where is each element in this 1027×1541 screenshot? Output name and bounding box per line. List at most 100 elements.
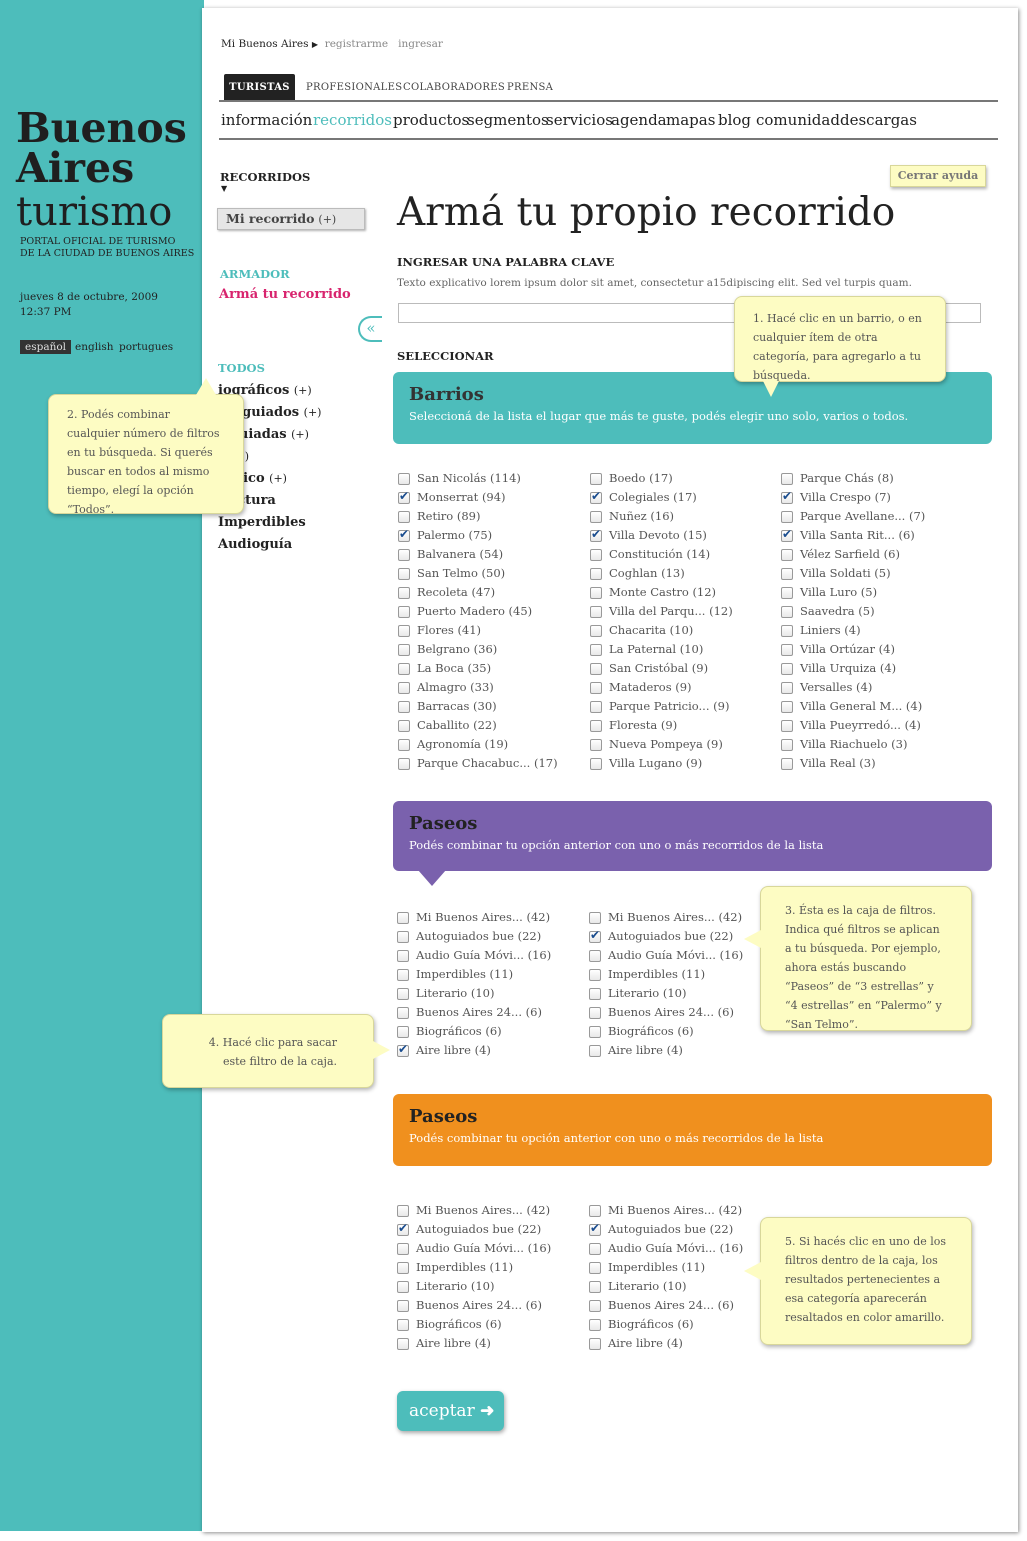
checkbox[interactable]: [590, 663, 602, 675]
checkbox[interactable]: [590, 527, 602, 542]
checkbox-label[interactable]: Villa Lugano (9): [609, 756, 702, 770]
checkbox-label[interactable]: Aire libre (4): [416, 1336, 491, 1350]
lang-english[interactable]: english: [70, 340, 119, 354]
checkbox-label[interactable]: Autoguiados bue (22): [608, 929, 733, 943]
checkbox[interactable]: [781, 473, 793, 485]
checkbox-label[interactable]: Villa Soldati (5): [800, 566, 891, 580]
checkbox-label[interactable]: Liniers (4): [800, 623, 861, 637]
lang-portugues[interactable]: portugues: [114, 340, 178, 354]
checkbox[interactable]: [781, 568, 793, 580]
checkbox[interactable]: [398, 587, 410, 599]
checkbox[interactable]: [589, 1300, 601, 1312]
checkbox[interactable]: [589, 912, 601, 924]
checkbox-label[interactable]: Mataderos (9): [609, 680, 692, 694]
checkbox[interactable]: [590, 644, 602, 656]
checkbox-label[interactable]: Buenos Aires 24... (6): [416, 1005, 542, 1019]
checkbox[interactable]: [398, 663, 410, 675]
checkbox[interactable]: [397, 1300, 409, 1312]
checkbox-label[interactable]: Buenos Aires 24... (6): [608, 1005, 734, 1019]
checkbox-label[interactable]: San Telmo (50): [417, 566, 505, 580]
checkbox[interactable]: [781, 701, 793, 713]
checkbox[interactable]: [781, 739, 793, 751]
checkbox[interactable]: [398, 644, 410, 656]
checkbox-label[interactable]: Villa Urquiza (4): [800, 661, 896, 675]
checkbox[interactable]: [590, 511, 602, 523]
checkbox-label[interactable]: Parque Chacabuc... (17): [417, 756, 558, 770]
checkbox-label[interactable]: Audio Guía Móvi... (16): [416, 1241, 551, 1255]
checkbox[interactable]: [590, 549, 602, 561]
checkbox-label[interactable]: San Cristóbal (9): [609, 661, 708, 675]
checkbox-label[interactable]: Audio Guía Móvi... (16): [608, 948, 743, 962]
checkbox[interactable]: [397, 1007, 409, 1019]
checkbox[interactable]: [590, 758, 602, 770]
tab-profesionales[interactable]: PROFESIONALES: [306, 74, 402, 100]
login-link[interactable]: ingresar: [398, 38, 443, 50]
lang-espanol[interactable]: español: [20, 340, 72, 354]
checkbox[interactable]: [397, 988, 409, 1000]
checkbox[interactable]: [397, 1026, 409, 1038]
checkbox[interactable]: [397, 1243, 409, 1255]
checkbox[interactable]: [781, 606, 793, 618]
checkbox-label[interactable]: Parque Chás (8): [800, 471, 894, 485]
checkbox[interactable]: [398, 606, 410, 618]
checkbox-label[interactable]: Recoleta (47): [417, 585, 495, 599]
checkbox-label[interactable]: Villa Real (3): [800, 756, 876, 770]
nav-informacion[interactable]: información: [221, 111, 312, 129]
checkbox[interactable]: [589, 1338, 601, 1350]
checkbox[interactable]: [590, 606, 602, 618]
nav-mapas[interactable]: mapas: [666, 111, 715, 129]
checkbox-label[interactable]: Autoguiados bue (22): [608, 1222, 733, 1236]
checkbox[interactable]: [398, 720, 410, 732]
close-help-button[interactable]: Cerrar ayuda: [890, 165, 986, 187]
checkbox-label[interactable]: Colegiales (17): [609, 490, 697, 504]
arma-tu-recorrido-link[interactable]: Armá tu recorrido: [219, 287, 351, 302]
checkbox[interactable]: [781, 587, 793, 599]
checkbox-label[interactable]: Imperdibles (11): [416, 967, 513, 981]
checkbox-label[interactable]: Villa Devoto (15): [609, 528, 707, 542]
checkbox-label[interactable]: Mi Buenos Aires... (42): [416, 1203, 550, 1217]
checkbox[interactable]: [781, 758, 793, 770]
nav-blog[interactable]: blog: [718, 111, 751, 129]
checkbox[interactable]: [589, 1319, 601, 1331]
checkbox[interactable]: [398, 489, 410, 504]
checkbox[interactable]: [397, 1042, 409, 1057]
my-buenos-aires-link[interactable]: Mi Buenos Aires: [221, 38, 309, 50]
checkbox-label[interactable]: Aire libre (4): [608, 1336, 683, 1350]
checkbox-label[interactable]: Buenos Aires 24... (6): [608, 1298, 734, 1312]
checkbox-label[interactable]: Biográficos (6): [608, 1317, 694, 1331]
checkbox-label[interactable]: Mi Buenos Aires... (42): [416, 910, 550, 924]
checkbox-label[interactable]: Constitución (14): [609, 547, 710, 561]
checkbox-label[interactable]: Villa del Parqu... (12): [609, 604, 733, 618]
checkbox-label[interactable]: Vélez Sarfield (6): [800, 547, 900, 561]
checkbox[interactable]: [590, 625, 602, 637]
checkbox-label[interactable]: Coghlan (13): [609, 566, 685, 580]
checkbox-label[interactable]: Villa General M... (4): [800, 699, 922, 713]
checkbox[interactable]: [397, 1338, 409, 1350]
checkbox-label[interactable]: Agronomía (19): [417, 737, 508, 751]
checkbox[interactable]: [589, 1243, 601, 1255]
checkbox-label[interactable]: Buenos Aires 24... (6): [416, 1298, 542, 1312]
checkbox[interactable]: [589, 1045, 601, 1057]
checkbox-label[interactable]: Belgrano (36): [417, 642, 497, 656]
checkbox-label[interactable]: Imperdibles (11): [608, 1260, 705, 1274]
checkbox-label[interactable]: Barracas (30): [417, 699, 497, 713]
nav-servicios[interactable]: servicios: [546, 111, 613, 129]
checkbox[interactable]: [590, 701, 602, 713]
tab-turistas[interactable]: TURISTAS: [224, 74, 295, 100]
checkbox-label[interactable]: Flores (41): [417, 623, 481, 637]
checkbox-label[interactable]: Floresta (9): [609, 718, 677, 732]
checkbox-label[interactable]: Villa Crespo (7): [800, 490, 891, 504]
checkbox[interactable]: [397, 912, 409, 924]
menu-imperdibles[interactable]: Imperdibles: [218, 515, 306, 530]
tab-prensa[interactable]: PRENSA: [507, 74, 553, 100]
checkbox-label[interactable]: Nuñez (16): [609, 509, 674, 523]
checkbox[interactable]: [397, 1205, 409, 1217]
checkbox[interactable]: [397, 969, 409, 981]
checkbox-label[interactable]: Villa Santa Rit... (6): [800, 528, 915, 542]
checkbox-label[interactable]: Caballito (22): [417, 718, 497, 732]
nav-agenda[interactable]: agenda: [611, 111, 667, 129]
checkbox[interactable]: [397, 1262, 409, 1274]
accept-button[interactable]: aceptar ➜: [397, 1391, 504, 1431]
checkbox-label[interactable]: San Nicolás (114): [417, 471, 521, 485]
checkbox[interactable]: [781, 720, 793, 732]
